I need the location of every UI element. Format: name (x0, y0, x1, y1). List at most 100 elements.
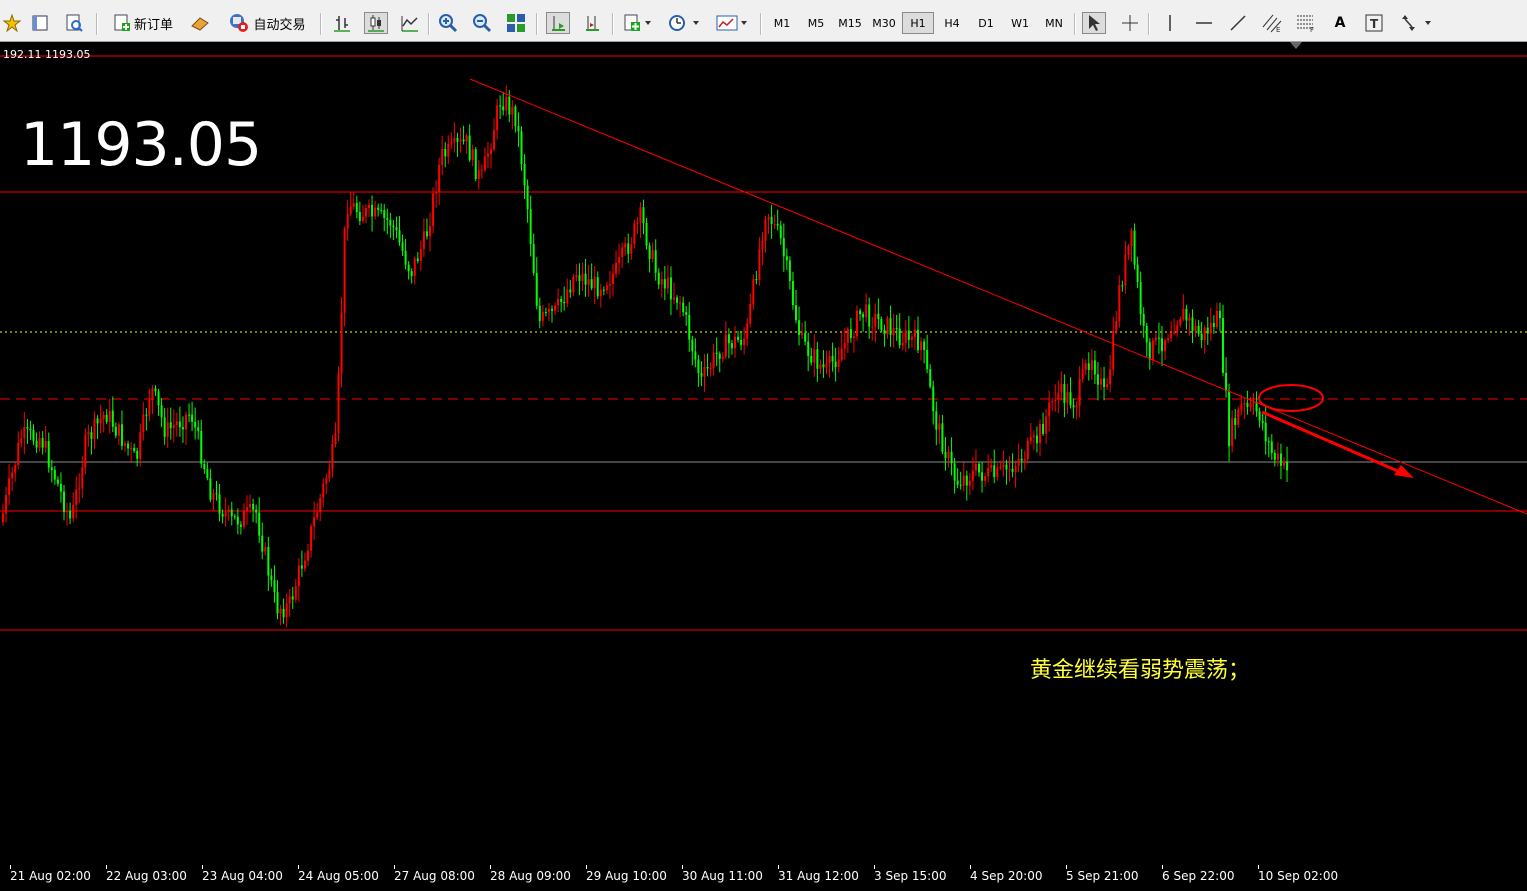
candle-body (599, 289, 602, 297)
descending-trendline[interactable] (469, 78, 1527, 515)
periods-dropdown[interactable] (664, 12, 704, 34)
candle-body (1045, 416, 1048, 434)
candle-body (877, 313, 880, 320)
candle-body (1124, 255, 1127, 286)
analysis-annotation[interactable]: 黄金继续看弱势震荡； (1030, 652, 1250, 684)
candle-body (880, 319, 883, 330)
candle-body (1020, 458, 1023, 461)
candle-body (636, 222, 639, 224)
fibonacci-retracement-icon[interactable]: F (1294, 12, 1318, 34)
horizontal-line-icon[interactable] (1192, 12, 1216, 34)
candle-body (242, 510, 245, 527)
vertical-line-icon[interactable] (1158, 12, 1182, 34)
candle-body (185, 414, 187, 430)
navigator-icon[interactable] (28, 12, 52, 34)
candle-body (1042, 423, 1045, 434)
candle-body (117, 424, 120, 436)
timeframe-d1[interactable]: D1 (970, 12, 1002, 34)
candle-body (779, 225, 782, 239)
forecast-arrow[interactable] (1261, 410, 1401, 474)
candle-body (917, 329, 919, 351)
zoom-out-icon[interactable] (470, 12, 494, 34)
trendline-icon[interactable] (1226, 12, 1250, 34)
candle-body (1179, 319, 1182, 325)
cursor-icon[interactable] (1082, 12, 1106, 34)
equidistant-channel-icon[interactable]: E (1260, 12, 1284, 34)
candle-body (258, 512, 261, 536)
timeframe-mn[interactable]: MN (1038, 12, 1070, 34)
candle-body (834, 361, 837, 368)
candle-body (691, 339, 694, 352)
candle-body (1014, 465, 1017, 472)
candle-body (523, 163, 526, 186)
crosshair-icon[interactable] (1118, 12, 1142, 34)
candle-body (624, 243, 627, 248)
bar-chart-icon[interactable] (330, 12, 354, 34)
tile-windows-icon[interactable] (504, 12, 528, 34)
candle-body (1188, 317, 1191, 321)
candle-body (508, 96, 511, 115)
arrows-dropdown[interactable] (1396, 12, 1436, 34)
candle-body (767, 216, 770, 220)
candle-body (709, 367, 712, 369)
menu-fragment[interactable]: ‾ (4, 0, 10, 5)
candle-body (422, 231, 425, 249)
candle-body (230, 509, 233, 517)
timeframe-m30[interactable]: M30 (868, 12, 900, 34)
candle-body (532, 244, 535, 274)
candle-body (920, 341, 923, 351)
timeframe-h4[interactable]: H4 (936, 12, 968, 34)
candle-body (1078, 379, 1081, 406)
candle-body (703, 367, 706, 377)
zoom-in-icon[interactable] (436, 12, 460, 34)
price-chart[interactable]: 192.11 1193.05 1193.05 黄金继续看弱势震荡； (0, 42, 1527, 865)
candle-body (1081, 369, 1084, 380)
time-axis: 21 Aug 02:00 22 Aug 03:00 23 Aug 04:00 24 A… (0, 865, 1527, 891)
templates-dropdown[interactable] (712, 12, 752, 34)
candle-body (108, 410, 111, 422)
candle-body (285, 603, 288, 618)
candle-body (743, 338, 746, 345)
highlight-ellipse[interactable] (1258, 384, 1324, 412)
timeframe-m15[interactable]: M15 (834, 12, 866, 34)
clock-icon (669, 15, 699, 31)
new-order-button[interactable]: 新订单 (104, 12, 182, 34)
timeframe-w1[interactable]: W1 (1004, 12, 1036, 34)
auto-trading-button[interactable]: 自动交易 (220, 12, 314, 34)
candle-body (819, 364, 822, 369)
candle-body (935, 411, 938, 430)
candle-body (1206, 327, 1209, 334)
favorites-icon[interactable] (0, 12, 24, 34)
timeframe-h1[interactable]: H1 (902, 12, 934, 34)
candle-body (81, 467, 84, 489)
timeframe-m1[interactable]: M1 (766, 12, 798, 34)
timeframe-m5[interactable]: M5 (800, 12, 832, 34)
candle-body (1118, 285, 1121, 322)
time-axis-label: 3 Sep 15:00 (874, 869, 947, 883)
indicators-dropdown[interactable] (620, 12, 656, 34)
candle-body (761, 240, 764, 250)
candle-body (535, 273, 538, 306)
candle-body (831, 356, 834, 362)
candle-body (93, 418, 96, 440)
candlestick-chart-icon[interactable] (364, 12, 388, 34)
chart-shift-marker[interactable] (1290, 42, 1302, 49)
candle-body (1060, 384, 1063, 393)
text-label-icon[interactable]: T (1362, 12, 1386, 34)
data-window-icon[interactable] (62, 12, 86, 34)
chart-shift-icon[interactable] (580, 12, 604, 34)
candle-body (392, 225, 395, 228)
candle-body (191, 414, 194, 422)
candle-body (776, 223, 779, 226)
candle-body (32, 430, 35, 441)
candle-body (114, 426, 117, 436)
line-chart-icon[interactable] (398, 12, 422, 34)
metaeditor-icon[interactable] (188, 12, 212, 34)
auto-scroll-icon[interactable] (546, 12, 570, 34)
text-tool-button[interactable]: A (1328, 12, 1352, 34)
candle-body (938, 423, 941, 430)
candle-body (999, 466, 1002, 468)
candle-body (1261, 420, 1264, 423)
candle-body (1203, 327, 1206, 340)
time-axis-label: 23 Aug 04:00 (202, 869, 283, 883)
